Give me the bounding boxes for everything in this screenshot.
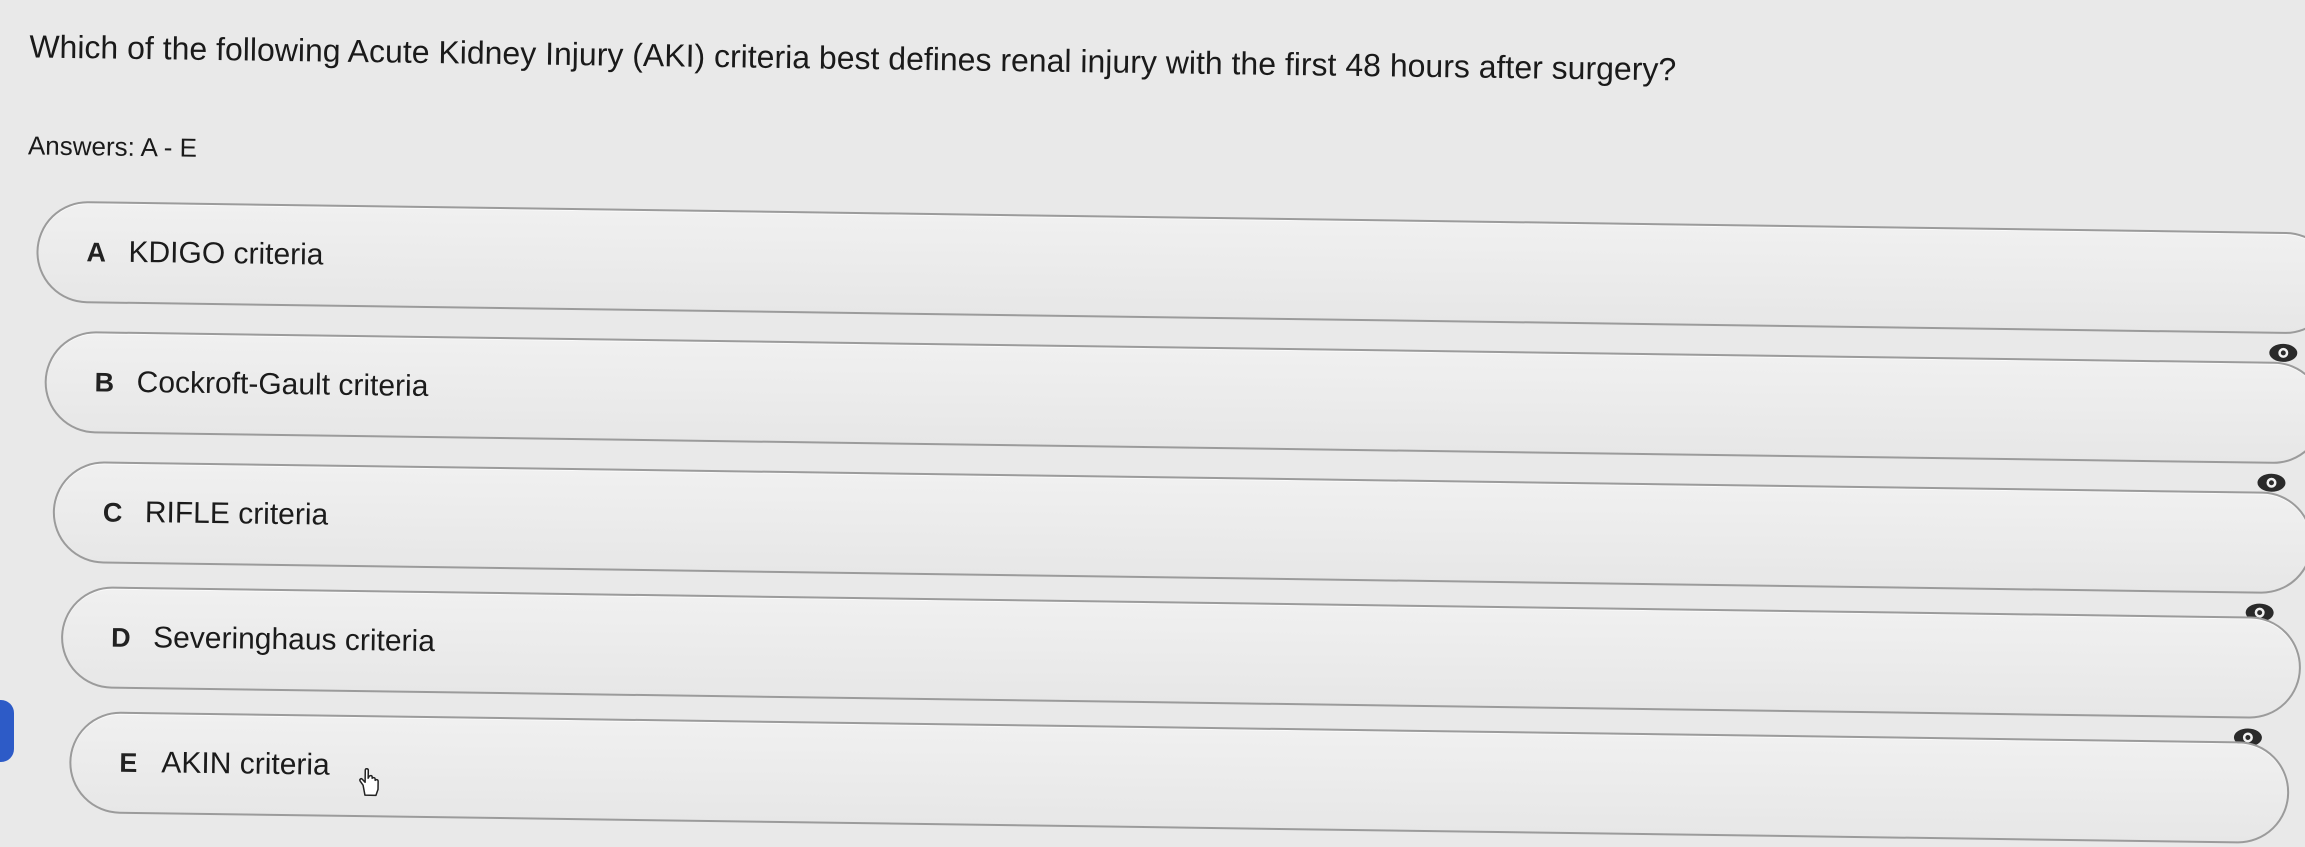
option-text: KDIGO criteria <box>128 235 324 272</box>
answer-option-b[interactable]: B Cockroft-Gault criteria <box>43 330 2305 492</box>
option-text: RIFLE criteria <box>144 496 329 532</box>
answer-option-d[interactable]: D Severinghaus criteria <box>60 585 2302 747</box>
quiz-stage: Which of the following Acute Kidney Inju… <box>0 0 2305 846</box>
question-text: Which of the following Acute Kidney Inju… <box>29 28 1677 88</box>
option-letter: E <box>119 747 138 778</box>
option-text: Severinghaus criteria <box>152 621 436 659</box>
option-text: AKIN criteria <box>161 746 330 782</box>
option-letter: C <box>102 497 123 528</box>
option-letter: D <box>110 622 131 653</box>
option-letter: B <box>94 367 115 398</box>
answer-option-a[interactable]: A KDIGO criteria <box>35 200 2305 362</box>
answer-option-e[interactable]: E AKIN criteria <box>68 711 2290 845</box>
option-text: Cockroft-Gault criteria <box>136 365 429 404</box>
answers-range: Answers: A - E <box>27 130 198 163</box>
answer-option-c[interactable]: C RIFLE criteria <box>52 460 2305 622</box>
option-letter: A <box>86 237 107 268</box>
hand-cursor-icon <box>359 767 379 797</box>
